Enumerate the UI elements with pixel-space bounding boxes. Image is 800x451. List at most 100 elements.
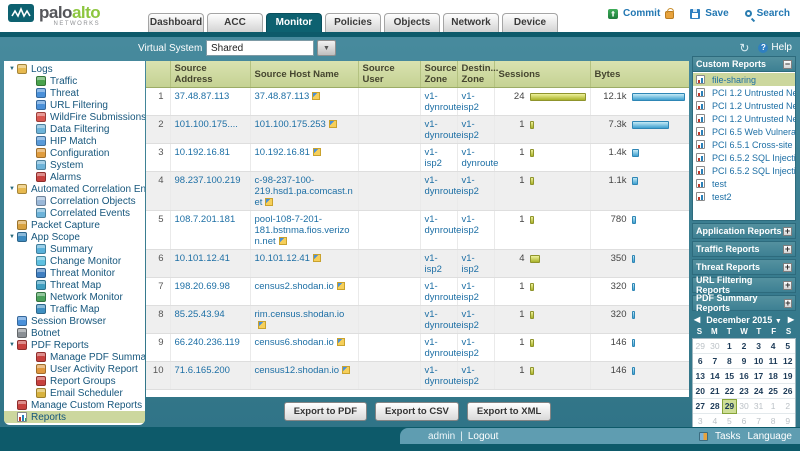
- destination-zone-link[interactable]: v1-isp2: [462, 214, 479, 236]
- calendar-day[interactable]: 20: [693, 384, 708, 399]
- calendar-day[interactable]: 28: [708, 399, 723, 414]
- sidebar-item-botnet[interactable]: Botnet: [4, 327, 145, 339]
- language-button[interactable]: Language: [748, 431, 793, 442]
- tree-expander-icon[interactable]: ▼: [7, 339, 17, 351]
- expand-icon[interactable]: +: [783, 281, 792, 290]
- source-zone-link[interactable]: v1-dynroute: [425, 365, 462, 387]
- expand-icon[interactable]: +: [783, 245, 792, 254]
- calendar-day[interactable]: 1: [722, 339, 737, 354]
- source-zone-link[interactable]: v1-dynroute: [425, 119, 462, 141]
- calendar-day[interactable]: 22: [722, 384, 737, 399]
- custom-report-pci-6-5-web-vulnerabilities[interactable]: PCI 6.5 Web Vulnerabilities: [693, 125, 795, 138]
- custom-report-file-sharing[interactable]: file-sharing: [693, 73, 795, 86]
- source-host-link[interactable]: 10.101.12.41: [255, 253, 310, 264]
- section-traffic-reports[interactable]: Traffic Reports+: [692, 241, 796, 257]
- tab-objects[interactable]: Objects: [384, 13, 440, 32]
- calendar-day[interactable]: 11: [766, 354, 781, 369]
- logout-link[interactable]: Logout: [468, 431, 499, 442]
- calendar-day[interactable]: 27: [693, 399, 708, 414]
- external-link-icon[interactable]: [337, 282, 345, 290]
- destination-zone-link[interactable]: v1-isp2: [462, 119, 479, 141]
- section-threat-reports[interactable]: Threat Reports+: [692, 259, 796, 275]
- source-host-link[interactable]: census6.shodan.io: [255, 337, 334, 348]
- save-button[interactable]: Save: [705, 8, 728, 19]
- calendar-day[interactable]: 24: [751, 384, 766, 399]
- column-header-source-zone[interactable]: Source Zone: [420, 61, 457, 88]
- source-host-link[interactable]: census12.shodan.io: [255, 365, 340, 376]
- custom-report-pci-6-5-2-sql-injections-1[interactable]: PCI 6.5.2 SQL Injections-1: [693, 151, 795, 164]
- tab-monitor[interactable]: Monitor: [266, 13, 322, 32]
- calendar-day[interactable]: 29: [722, 399, 737, 414]
- sidebar-item-app-scope[interactable]: ▼App Scope: [4, 231, 145, 243]
- sidebar-item-packet-capture[interactable]: Packet Capture: [4, 219, 145, 231]
- next-month-icon[interactable]: ▶: [788, 315, 794, 324]
- sidebar-item-logs[interactable]: ▼Logs: [4, 63, 145, 75]
- sidebar-item-threat-map[interactable]: Threat Map: [4, 279, 145, 291]
- row-number-header[interactable]: [146, 61, 170, 88]
- sidebar-item-correlated-events[interactable]: Correlated Events: [4, 207, 145, 219]
- calendar-month-title[interactable]: December 2015 ▼: [706, 315, 782, 325]
- lock-icon[interactable]: [665, 11, 674, 19]
- column-header-bytes[interactable]: Bytes: [590, 61, 689, 88]
- section-url-filtering-reports[interactable]: URL Filtering Reports+: [692, 277, 796, 293]
- source-zone-link[interactable]: v1-dynroute: [425, 214, 462, 236]
- calendar-day[interactable]: 26: [780, 384, 795, 399]
- calendar-day[interactable]: 15: [722, 369, 737, 384]
- tab-policies[interactable]: Policies: [325, 13, 381, 32]
- sidebar-item-url-filtering[interactable]: URL Filtering: [4, 99, 145, 111]
- custom-report-test2[interactable]: test2: [693, 190, 795, 203]
- virtual-system-select[interactable]: Shared: [206, 40, 314, 56]
- expand-icon[interactable]: +: [783, 263, 792, 272]
- export-to-csv-button[interactable]: Export to CSV: [375, 402, 459, 421]
- external-link-icon[interactable]: [279, 237, 287, 245]
- source-host-link[interactable]: 37.48.87.113: [255, 91, 310, 102]
- source-address-link[interactable]: 85.25.43.94: [175, 309, 225, 320]
- search-button[interactable]: Search: [757, 8, 790, 19]
- sidebar-item-reports[interactable]: Reports: [4, 411, 145, 423]
- source-host-link[interactable]: pool-108-7-201-181.bstnma.fios.verizon.n…: [255, 214, 350, 247]
- calendar-day[interactable]: 25: [766, 384, 781, 399]
- expand-icon[interactable]: +: [783, 227, 792, 236]
- sidebar-item-wildfire-submissions[interactable]: WildFire Submissions: [4, 111, 145, 123]
- source-address-link[interactable]: 198.20.69.98: [175, 281, 230, 292]
- tab-device[interactable]: Device: [502, 13, 558, 32]
- calendar-day[interactable]: 21: [708, 384, 723, 399]
- destination-zone-link[interactable]: v1-isp2: [462, 337, 479, 359]
- source-host-link[interactable]: 10.192.16.81: [255, 147, 310, 158]
- tree-expander-icon[interactable]: ▼: [7, 231, 17, 243]
- custom-report-pci-1-2-untrusted-net-traffic[interactable]: PCI 1.2 Untrusted Net Traffic: [693, 112, 795, 125]
- sidebar-item-email-scheduler[interactable]: Email Scheduler: [4, 387, 145, 399]
- tab-network[interactable]: Network: [443, 13, 499, 32]
- custom-report-pci-1-2-untrusted-net-traffic[interactable]: PCI 1.2 Untrusted Net Traffic: [693, 86, 795, 99]
- source-address-link[interactable]: 98.237.100.219: [175, 175, 241, 186]
- source-zone-link[interactable]: v1-dynroute: [425, 91, 462, 113]
- source-zone-link[interactable]: v1-dynroute: [425, 337, 462, 359]
- tab-dashboard[interactable]: Dashboard: [148, 13, 204, 32]
- sidebar-item-threat-monitor[interactable]: Threat Monitor: [4, 267, 145, 279]
- source-address-link[interactable]: 66.240.236.119: [175, 337, 240, 348]
- sidebar-item-session-browser[interactable]: Session Browser: [4, 315, 145, 327]
- section-application-reports[interactable]: Application Reports+: [692, 223, 796, 239]
- sidebar-item-threat[interactable]: Threat: [4, 87, 145, 99]
- destination-zone-link[interactable]: v1-isp2: [462, 253, 479, 275]
- calendar-day[interactable]: 4: [766, 339, 781, 354]
- source-address-link[interactable]: 10.101.12.41: [175, 253, 230, 264]
- calendar-day[interactable]: 2: [737, 339, 752, 354]
- destination-zone-link[interactable]: v1-isp2: [462, 91, 479, 113]
- calendar-day[interactable]: 6: [693, 354, 708, 369]
- custom-reports-header[interactable]: Custom Reports −: [692, 56, 796, 72]
- external-link-icon[interactable]: [258, 321, 266, 329]
- destination-zone-link[interactable]: v1-isp2: [462, 365, 479, 387]
- calendar-day[interactable]: 19: [780, 369, 795, 384]
- destination-zone-link[interactable]: v1-dynroute: [462, 147, 499, 169]
- calendar-day[interactable]: 23: [737, 384, 752, 399]
- column-header-source-address[interactable]: Source Address: [170, 61, 250, 88]
- column-header-sessions[interactable]: Sessions: [494, 61, 590, 88]
- external-link-icon[interactable]: [313, 254, 321, 262]
- calendar-day[interactable]: 17: [751, 369, 766, 384]
- calendar-day[interactable]: 5: [780, 339, 795, 354]
- source-zone-link[interactable]: v1-dynroute: [425, 175, 462, 197]
- sidebar-item-manage-pdf-summary[interactable]: Manage PDF Summary: [4, 351, 145, 363]
- external-link-icon[interactable]: [265, 198, 273, 206]
- sidebar-item-manage-custom-reports[interactable]: Manage Custom Reports: [4, 399, 145, 411]
